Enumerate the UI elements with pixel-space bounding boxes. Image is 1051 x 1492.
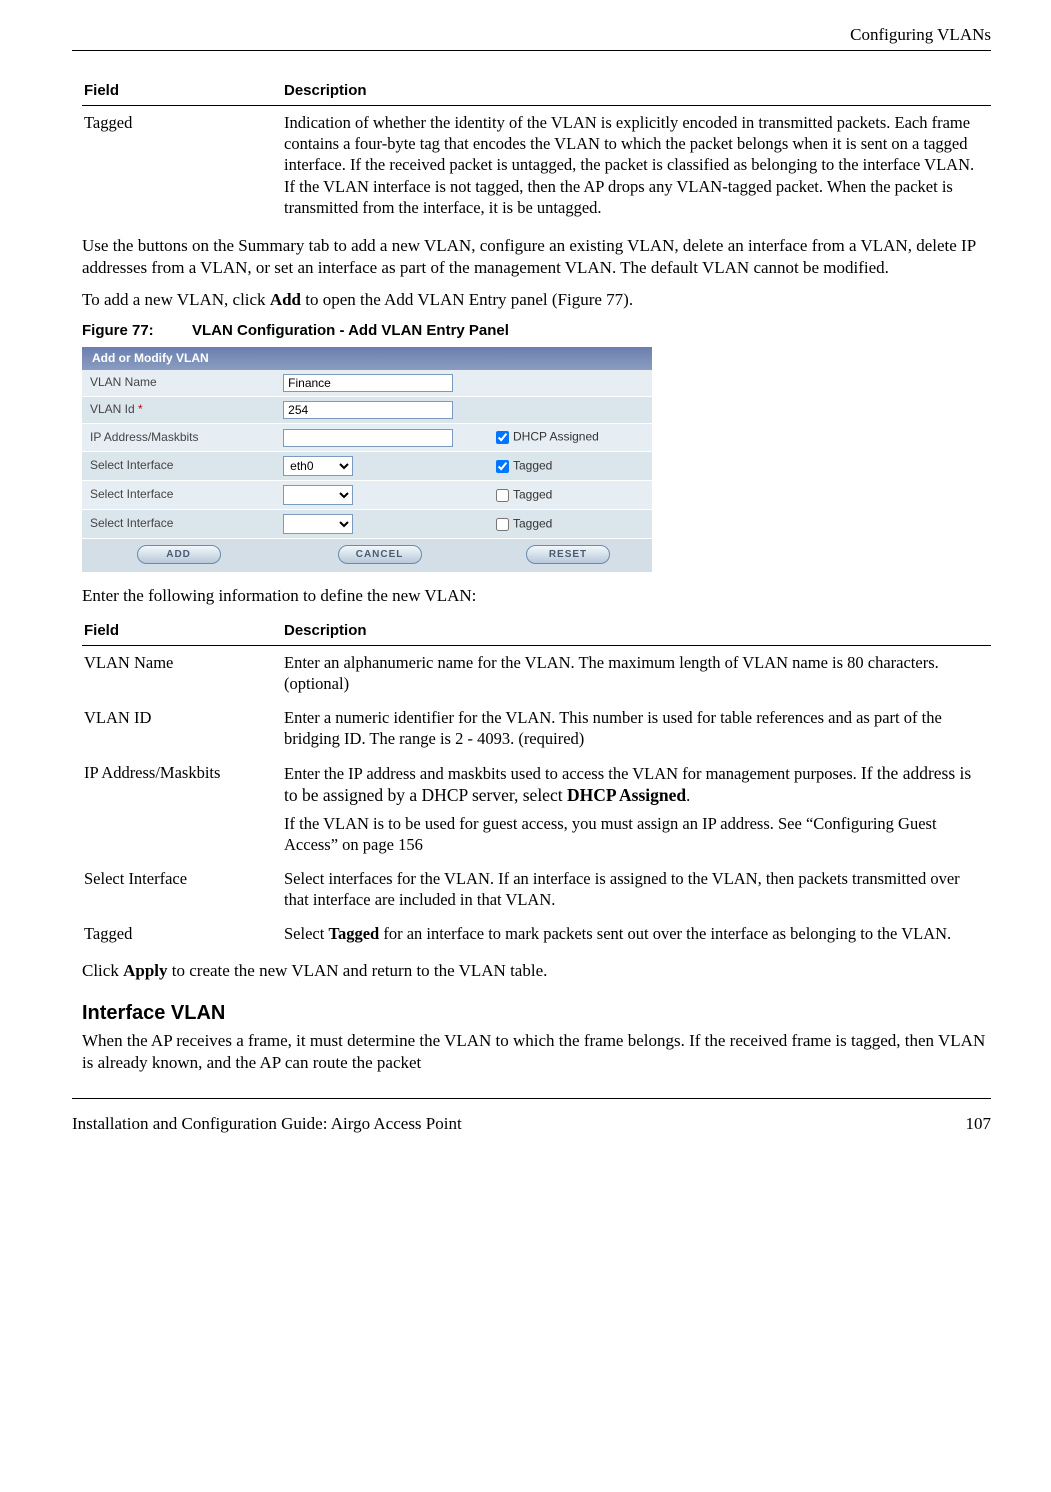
label-vlan-name: VLAN Name [82, 370, 275, 397]
table-row: Tagged Indication of whether the identit… [82, 105, 991, 225]
checkbox-tagged-1[interactable] [496, 460, 509, 473]
text: to create the new VLAN and return to the… [168, 961, 548, 980]
label-select-interface: Select Interface [82, 452, 275, 481]
panel-title: Add or Modify VLAN [82, 347, 652, 371]
row-vlan-name: VLAN Name [82, 370, 652, 397]
cancel-button[interactable]: CANCEL [338, 545, 422, 564]
input-vlan-id[interactable] [283, 401, 453, 419]
paragraph: Enter the following information to defin… [82, 585, 991, 607]
label-tagged: Tagged [513, 516, 552, 530]
text: VLAN Id [90, 402, 135, 416]
row-interface-3: Select Interface Tagged [82, 510, 652, 539]
text: . [686, 786, 690, 805]
cell-field: Select Interface [82, 862, 282, 917]
text: If the VLAN is to be used for guest acce… [284, 813, 983, 856]
cell-field: IP Address/Maskbits [82, 756, 282, 862]
label-vlan-id: VLAN Id * [82, 397, 275, 424]
subheading-interface-vlan: Interface VLAN [82, 1000, 991, 1026]
col-field: Field [82, 77, 282, 105]
paragraph: Use the buttons on the Summary tab to ad… [82, 235, 991, 279]
text: to open the Add VLAN Entry panel (Figure… [301, 290, 633, 309]
paragraph: Click Apply to create the new VLAN and r… [82, 960, 991, 982]
cell-field: VLAN Name [82, 645, 282, 700]
bold-add: Add [270, 290, 301, 309]
select-interface-1[interactable]: eth0 [283, 456, 353, 476]
figure-caption: Figure 77:VLAN Configuration - Add VLAN … [82, 321, 991, 341]
reset-button[interactable]: RESET [526, 545, 610, 564]
checkbox-tagged-2[interactable] [496, 489, 509, 502]
col-field: Field [82, 617, 282, 645]
cell-desc: Enter a numeric identifier for the VLAN.… [282, 701, 991, 756]
text: To add a new VLAN, click [82, 290, 270, 309]
footer: Installation and Configuration Guide: Ai… [72, 1113, 991, 1135]
field-table-tagged: Field Description Tagged Indication of w… [82, 77, 991, 225]
button-row: ADD CANCEL RESET [82, 539, 652, 573]
paragraph: When the AP receives a frame, it must de… [82, 1030, 991, 1074]
select-interface-2[interactable] [283, 485, 353, 505]
text: for an interface to mark packets sent ou… [379, 924, 951, 943]
row-interface-1: Select Interface eth0 Tagged [82, 452, 652, 481]
figure-number: Figure 77: [82, 321, 192, 341]
cell-desc: Select Tagged for an interface to mark p… [282, 917, 991, 950]
table-row: IP Address/Maskbits Enter the IP address… [82, 756, 991, 862]
text: Enter the IP address and maskbits used t… [284, 764, 861, 783]
col-desc: Description [282, 77, 991, 105]
checkbox-tagged-3[interactable] [496, 518, 509, 531]
input-ip-address[interactable] [283, 429, 453, 447]
cell-desc: Select interfaces for the VLAN. If an in… [282, 862, 991, 917]
required-asterisk: * [138, 402, 143, 416]
paragraph: To add a new VLAN, click Add to open the… [82, 289, 991, 311]
bold-apply: Apply [123, 961, 167, 980]
row-vlan-id: VLAN Id * [82, 397, 652, 424]
cell-desc: Enter the IP address and maskbits used t… [282, 756, 991, 862]
header-divider [72, 50, 991, 51]
checkbox-dhcp-assigned[interactable] [496, 431, 509, 444]
running-header: Configuring VLANs [72, 24, 991, 46]
cell-desc: Enter an alphanumeric name for the VLAN.… [282, 645, 991, 700]
col-desc: Description [282, 617, 991, 645]
row-ip-address: IP Address/Maskbits DHCP Assigned [82, 424, 652, 452]
bold-tagged: Tagged [328, 924, 379, 943]
add-button[interactable]: ADD [137, 545, 221, 564]
table-row: Tagged Select Tagged for an interface to… [82, 917, 991, 950]
table-row: Select Interface Select interfaces for t… [82, 862, 991, 917]
field-table-define-vlan: Field Description VLAN Name Enter an alp… [82, 617, 991, 950]
label-tagged: Tagged [513, 458, 552, 472]
label-select-interface: Select Interface [82, 481, 275, 510]
label-dhcp-assigned: DHCP Assigned [513, 430, 599, 444]
bold-dhcp-assigned: DHCP Assigned [567, 785, 686, 805]
table-row: VLAN Name Enter an alphanumeric name for… [82, 645, 991, 700]
footer-divider [72, 1098, 991, 1099]
figure-title: VLAN Configuration - Add VLAN Entry Pane… [192, 322, 509, 339]
cell-field: VLAN ID [82, 701, 282, 756]
page-number: 107 [966, 1113, 992, 1135]
select-interface-3[interactable] [283, 514, 353, 534]
cell-field: Tagged [82, 917, 282, 950]
input-vlan-name[interactable] [283, 374, 453, 392]
label-select-interface: Select Interface [82, 510, 275, 539]
add-vlan-panel: Add or Modify VLAN VLAN Name VLAN Id * I… [82, 347, 652, 574]
text: Click [82, 961, 123, 980]
label-tagged: Tagged [513, 487, 552, 501]
text: Select [284, 924, 328, 943]
label-ip-address: IP Address/Maskbits [82, 424, 275, 452]
cell-desc: Indication of whether the identity of th… [282, 105, 991, 225]
table-row: VLAN ID Enter a numeric identifier for t… [82, 701, 991, 756]
footer-left: Installation and Configuration Guide: Ai… [72, 1113, 462, 1135]
row-interface-2: Select Interface Tagged [82, 481, 652, 510]
cell-field: Tagged [82, 105, 282, 225]
